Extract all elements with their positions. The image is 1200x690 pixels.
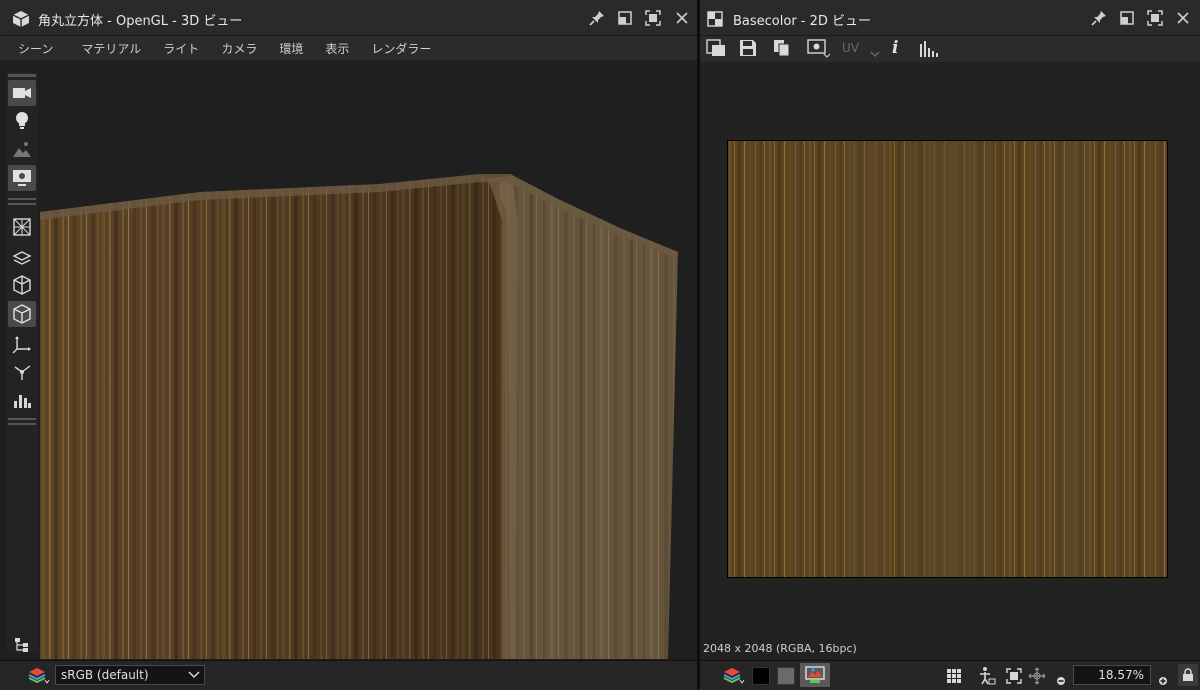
pin-icon[interactable] bbox=[588, 9, 606, 27]
save-icon[interactable] bbox=[739, 39, 757, 61]
layers-icon[interactable] bbox=[8, 245, 36, 271]
maximize-icon[interactable] bbox=[1146, 9, 1164, 27]
3d-view-titlebar: 角丸立方体 - OpenGL - 3D ビュー bbox=[0, 0, 697, 36]
menu-renderer[interactable]: レンダラー bbox=[371, 40, 431, 57]
menu-environment[interactable]: 環境 bbox=[279, 40, 303, 57]
image-info: 2048 x 2048 (RGBA, 16bpc) bbox=[703, 642, 857, 655]
histogram-icon[interactable] bbox=[919, 40, 939, 62]
colorspace-select[interactable]: sRGB (default) bbox=[55, 665, 205, 685]
wireframe-icon[interactable] bbox=[8, 214, 36, 240]
zoom-field[interactable]: 18.57% bbox=[1073, 665, 1151, 685]
2d-view-statusbar: 18.57% bbox=[700, 660, 1200, 690]
copy-icon[interactable] bbox=[773, 39, 791, 61]
transform-icon[interactable] bbox=[8, 359, 36, 385]
3d-view-panel: 角丸立方体 - OpenGL - 3D ビュー シーン マテリアル ライト カメ… bbox=[0, 0, 697, 690]
2d-toolbar: UV i bbox=[700, 36, 1200, 62]
display-channel-icon[interactable] bbox=[807, 39, 831, 63]
layers-color-icon[interactable] bbox=[723, 666, 745, 690]
cube-app-icon bbox=[12, 10, 30, 32]
display-icon[interactable] bbox=[8, 165, 36, 191]
zoom-out-icon[interactable] bbox=[1056, 671, 1066, 690]
histogram-icon[interactable] bbox=[8, 387, 36, 413]
checker-background-icon[interactable] bbox=[800, 663, 830, 687]
3d-view-statusbar: sRGB (default) bbox=[0, 660, 697, 690]
pan-icon[interactable] bbox=[1028, 667, 1046, 689]
colorspace-value: sRGB (default) bbox=[61, 668, 149, 682]
cube-icon[interactable] bbox=[8, 272, 36, 298]
export-icon[interactable] bbox=[706, 39, 726, 61]
fit-icon[interactable] bbox=[1006, 668, 1022, 688]
3d-view-title: 角丸立方体 - OpenGL - 3D ビュー bbox=[38, 14, 243, 29]
layers-color-icon[interactable] bbox=[28, 666, 50, 690]
2d-view-titlebar: Basecolor - 2D ビュー bbox=[700, 0, 1200, 36]
restore-icon[interactable] bbox=[616, 9, 634, 27]
pixel-ratio-icon[interactable] bbox=[976, 666, 996, 690]
uv-chevron-icon bbox=[870, 43, 880, 62]
info-icon[interactable]: i bbox=[892, 38, 898, 58]
2d-view-app-icon bbox=[707, 11, 723, 31]
scene-tree-icon[interactable] bbox=[8, 632, 36, 658]
menu-scene[interactable]: シーン bbox=[18, 40, 53, 57]
2d-viewport[interactable]: 2048 x 2048 (RGBA, 16bpc) bbox=[700, 62, 1200, 660]
menu-light[interactable]: ライト bbox=[163, 40, 199, 57]
menu-display[interactable]: 表示 bbox=[325, 40, 349, 57]
menu-material[interactable]: マテリアル bbox=[81, 40, 141, 57]
camera-icon[interactable] bbox=[8, 80, 36, 106]
restore-icon[interactable] bbox=[1118, 9, 1136, 27]
2d-view-title: Basecolor - 2D ビュー bbox=[733, 14, 872, 29]
pin-icon[interactable] bbox=[1090, 9, 1108, 27]
black-background-swatch[interactable] bbox=[752, 667, 770, 685]
cube-solid-icon[interactable] bbox=[8, 301, 36, 327]
zoom-value: 18.57% bbox=[1098, 668, 1144, 682]
3d-viewport[interactable] bbox=[40, 60, 696, 659]
gray-background-swatch[interactable] bbox=[777, 667, 795, 685]
chevron-down-icon bbox=[188, 669, 200, 683]
environment-icon[interactable] bbox=[8, 136, 36, 162]
3d-toolbar bbox=[6, 72, 38, 652]
axis-icon[interactable] bbox=[8, 331, 36, 357]
rounded-cube-model bbox=[40, 174, 678, 659]
close-icon[interactable] bbox=[1174, 9, 1192, 27]
lock-icon[interactable] bbox=[1178, 664, 1198, 686]
zoom-in-icon[interactable] bbox=[1158, 671, 1168, 690]
uv-label[interactable]: UV bbox=[842, 41, 859, 55]
light-bulb-icon[interactable] bbox=[8, 108, 36, 134]
3d-view-menubar: シーン マテリアル ライト カメラ 環境 表示 レンダラー bbox=[0, 36, 697, 60]
basecolor-texture bbox=[727, 140, 1168, 578]
2d-view-panel: Basecolor - 2D ビュー UV i 2048 x 2048 (RGB… bbox=[700, 0, 1200, 690]
menu-camera[interactable]: カメラ bbox=[221, 40, 257, 57]
close-icon[interactable] bbox=[673, 9, 691, 27]
maximize-icon[interactable] bbox=[644, 9, 662, 27]
grid-icon[interactable] bbox=[946, 668, 962, 688]
